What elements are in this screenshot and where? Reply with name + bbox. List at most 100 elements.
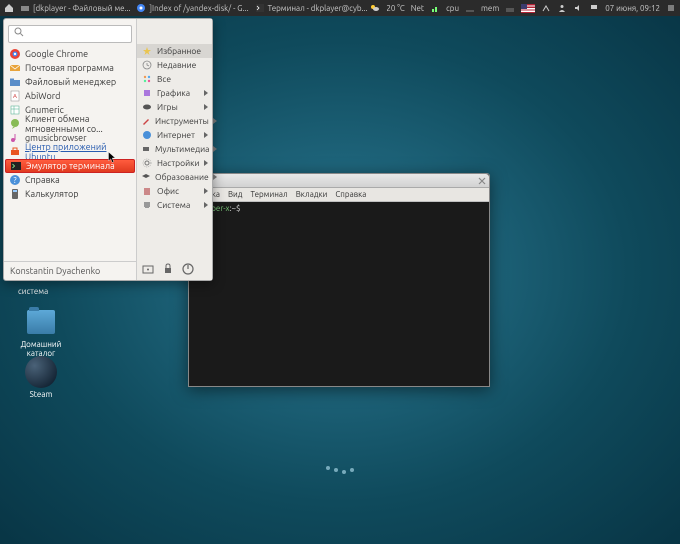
category-label: Офис [157,186,179,196]
chevron-right-icon [204,132,208,138]
category-label: Инструменты [155,116,209,126]
chevron-right-icon [213,118,217,124]
menu-left-items: Google Chrome Почтовая программа Файловы… [4,47,136,201]
net-graph-icon [430,3,440,13]
terminal-menu-tabs[interactable]: Вкладки [296,190,328,199]
menu-item-calculator[interactable]: Калькулятор [4,187,136,201]
terminal-window: Правка Вид Терминал Вкладки Справка r@cy… [188,173,490,387]
category-games[interactable]: Игры [137,100,212,114]
search-input[interactable] [8,25,132,43]
menu-item-label: Почтовая программа [25,63,114,73]
network-icon[interactable] [541,3,551,13]
pager-dot [342,470,346,474]
menu-icon[interactable] [666,3,676,13]
menu-item-files[interactable]: Файловый менеджер [4,75,136,89]
menu-item-label: Файловый менеджер [25,77,116,87]
menu-item-help[interactable]: ? Справка [4,173,136,187]
menu-item-chrome[interactable]: Google Chrome [4,47,136,61]
mail-icon [9,62,21,74]
graphics-icon [141,87,153,99]
volume-icon[interactable] [573,3,583,13]
menu-item-label: Google Chrome [25,49,88,59]
gnumeric-icon [9,104,21,116]
taskbar-item-label: ]Index of /yandex-disk/ - G... [149,4,248,13]
pager-dot [326,466,330,470]
category-all[interactable]: Все [137,72,212,86]
folder-icon [9,76,21,88]
category-internet[interactable]: Интернет [137,128,212,142]
terminal-prompt-path: :~$ [230,204,241,213]
chevron-right-icon [204,188,208,194]
menu-item-mail[interactable]: Почтовая программа [4,61,136,75]
games-icon [141,101,153,113]
lock-icon[interactable] [161,262,175,276]
abiword-icon: A [9,90,21,102]
menu-footer: Konstantin Dyachenko [4,261,136,280]
taskbar-item-filemanager[interactable]: [dkplayer - Файловый ме... [20,3,130,13]
category-settings[interactable]: Настройки [137,156,212,170]
menu-item-im[interactable]: Клиент обмена мгновенными со... [4,117,136,131]
chrome-icon [136,3,146,13]
steam-icon [25,356,57,388]
education-icon [141,171,151,183]
terminal-menu-help[interactable]: Справка [335,190,366,199]
temperature-label: 20 °C [386,4,404,13]
calculator-icon [9,188,21,200]
taskbar-item-terminal[interactable]: Терминал - dkplayer@cyb... [255,3,368,13]
category-label: Графика [157,88,190,98]
menu-footer-icons [137,258,212,280]
category-tools[interactable]: Инструменты [137,114,212,128]
cpu-label: cpu [446,4,459,13]
category-office[interactable]: Офис [137,184,212,198]
office-icon [141,185,153,197]
category-label: Избранное [157,46,201,56]
category-education[interactable]: Образование [137,170,212,184]
notification-icon[interactable] [589,3,599,13]
category-label: Игры [157,102,178,112]
power-icon[interactable] [181,262,195,276]
category-graphics[interactable]: Графика [137,86,212,100]
keyboard-layout-icon[interactable] [521,4,535,13]
category-system[interactable]: Система [137,198,212,212]
mem-graph-icon [505,3,515,13]
settings-icon[interactable] [141,262,155,276]
close-icon[interactable] [478,177,486,185]
menu-item-abiword[interactable]: A AbiWord [4,89,136,103]
svg-text:A: A [13,93,17,100]
application-menu: Google Chrome Почтовая программа Файловы… [3,18,213,281]
chevron-right-icon [213,146,217,152]
category-recent[interactable]: Недавние [137,58,212,72]
cpu-graph-icon [465,3,475,13]
system-icon [141,199,153,211]
tools-icon [141,115,151,127]
terminal-menu-view[interactable]: Вид [228,190,243,199]
menu-right-column: Избранное Недавние Все Графика Игры Инст… [137,19,212,280]
category-multimedia[interactable]: Мультимедиа [137,142,212,156]
multimedia-icon [141,143,151,155]
weather-icon[interactable] [370,3,380,13]
panel-right: 20 °C Net cpu mem 07 июня, 09:12 [370,3,680,13]
taskbar-item-browser[interactable]: ]Index of /yandex-disk/ - G... [136,3,248,13]
terminal-menu-terminal[interactable]: Терминал [250,190,287,199]
globe-icon [141,129,153,141]
home-icon[interactable] [4,3,14,13]
terminal-titlebar[interactable] [189,174,489,188]
chevron-right-icon [204,104,208,110]
category-label: Интернет [157,130,195,140]
user-icon[interactable] [557,3,567,13]
menu-item-label: AbiWord [25,91,60,101]
terminal-icon [255,3,265,13]
menu-user-label: Konstantin Dyachenko [10,266,100,276]
chevron-right-icon [204,160,208,166]
chevron-right-icon [204,202,208,208]
workspace-pager[interactable] [326,468,354,472]
taskbar-item-label: Терминал - dkplayer@cyb... [268,4,368,13]
pager-dot [334,468,338,472]
grid-icon [141,73,153,85]
desktop-label-sistema: система [18,287,48,296]
terminal-body[interactable]: r@cyber-x:~$ [189,202,489,386]
desktop-icon-home[interactable]: Домашний каталог [16,306,66,358]
desktop-icon-steam[interactable]: Steam [16,356,66,399]
menu-item-label: Эмулятор терминала [26,161,115,171]
category-favorites[interactable]: Избранное [137,44,212,58]
